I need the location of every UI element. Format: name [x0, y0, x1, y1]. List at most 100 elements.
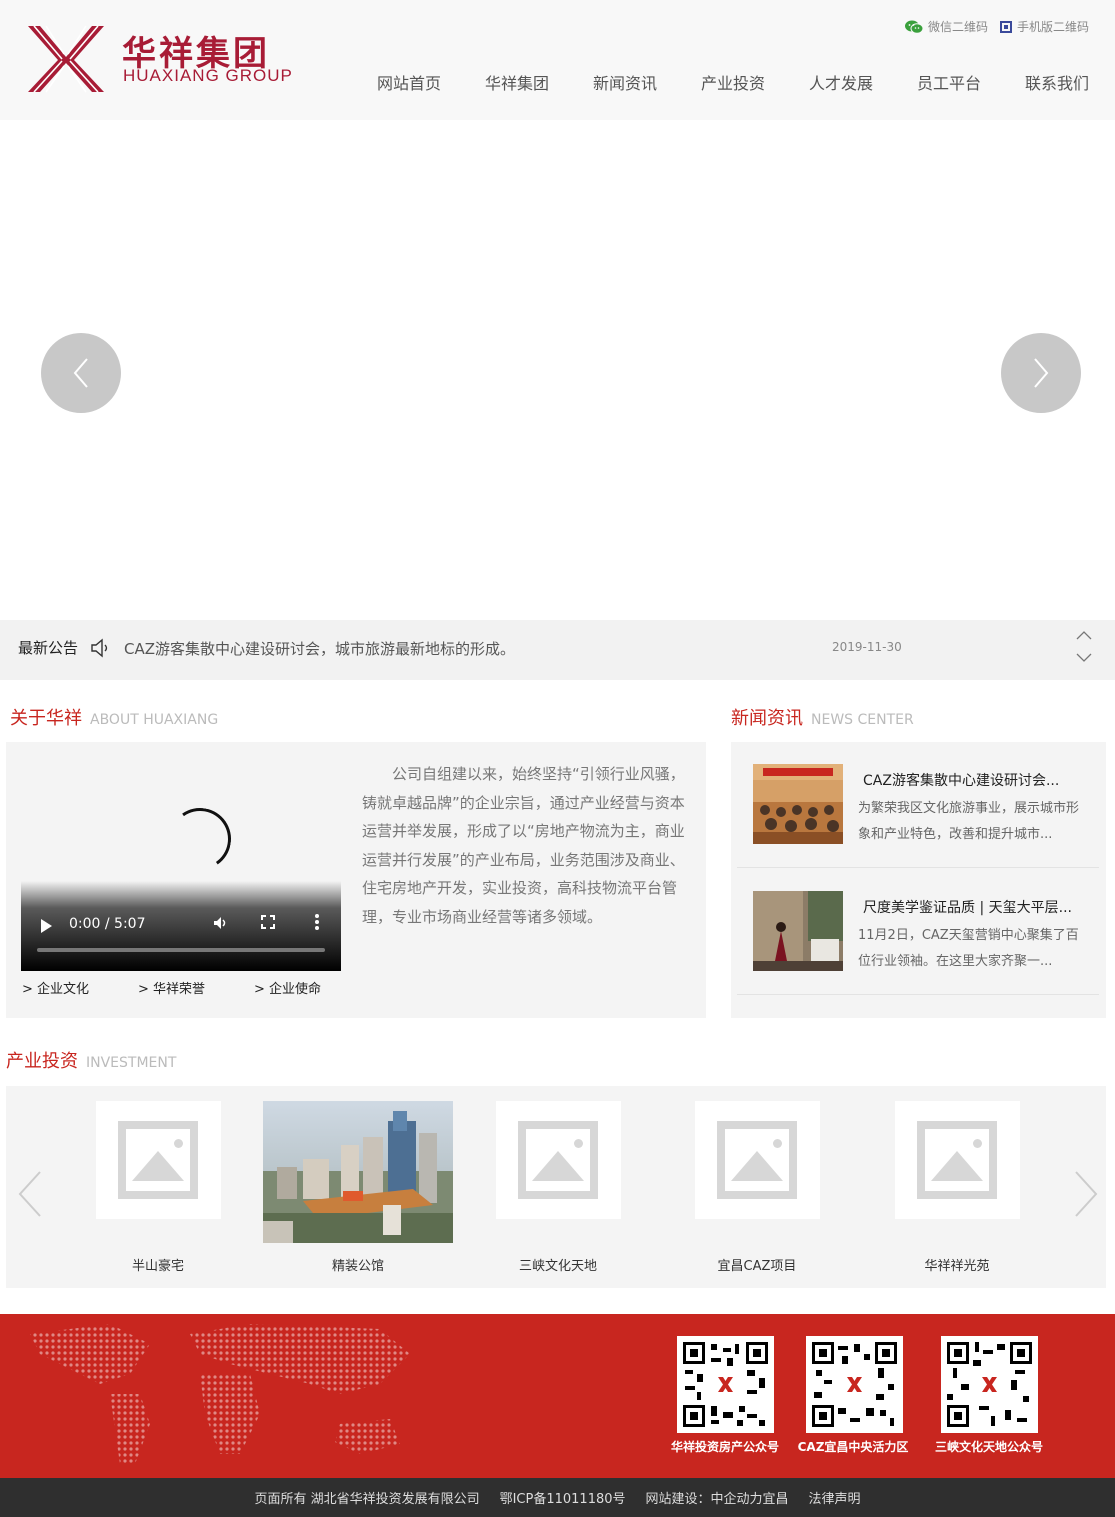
investment-title-cn: 产业投资: [6, 1051, 78, 1072]
investment-prev-button[interactable]: [16, 1170, 44, 1218]
topbar: 微信二维码 手机版二维码: [904, 18, 1089, 35]
video-time: 0:00 / 5:07: [69, 916, 146, 932]
wechat-qr-label: 微信二维码: [927, 20, 988, 34]
banner-carousel: [0, 120, 1115, 620]
footer: 华祥投资房产公众号 CAZ宜昌中央活力区 三峡文化天地公众号: [0, 1314, 1115, 1478]
investment-label: 半山豪宅: [131, 1259, 184, 1274]
about-links: > 企业文化 > 华祥荣誉 > 企业使命: [22, 978, 370, 997]
event-photo: [753, 891, 843, 971]
news-item-desc: 11月2日，CAZ天玺营销中心聚集了百位行业领袖。在这里大家齐聚一...: [858, 928, 1079, 969]
about-link-culture[interactable]: > 企业文化: [22, 978, 138, 997]
legal-link[interactable]: 法律声明: [809, 1488, 861, 1507]
copyright-bar: 页面所有 湖北省华祥投资发展有限公司 鄂ICP备11011180号 网站建设：中…: [0, 1478, 1115, 1517]
world-map-graphic: [30, 1324, 410, 1464]
logo[interactable]: 华祥集团 HUAXIANG GROUP: [26, 24, 306, 94]
about-title-en: ABOUT HUAXIANG: [90, 712, 219, 728]
qr-code-icon: [810, 1340, 899, 1429]
investment-label: 精装公馆: [331, 1259, 384, 1274]
about-panel: 0:00 / 5:07 公司自组建以来，始终坚持“引领行业风骚，铸就卓越品牌”的…: [6, 742, 706, 1018]
qr-code-icon: [999, 20, 1012, 33]
nav-item-contact[interactable]: 联系我们: [981, 70, 1089, 94]
image-placeholder-icon: [518, 1121, 598, 1199]
banner-next-button[interactable]: [1001, 333, 1081, 413]
news-item-title: 尺度美学鉴证品质 | 天玺大平层...: [863, 900, 1072, 916]
news-item-title: CAZ游客集散中心建设研讨会...: [863, 773, 1060, 789]
qr-label: 三峡文化天地公众号: [934, 1440, 1043, 1454]
site-builder-link[interactable]: 网站建设：中企动力宜昌: [646, 1488, 789, 1507]
investment-title-en: INVESTMENT: [86, 1055, 177, 1071]
video-controls: 0:00 / 5:07: [21, 881, 341, 971]
news-item[interactable]: 尺度美学鉴证品质 | 天玺大平层... 11月2日，CAZ天玺营销中心聚集了百位…: [737, 869, 1099, 995]
city-rendering-photo: [263, 1101, 453, 1243]
about-link-mission[interactable]: > 企业使命: [254, 978, 370, 997]
nav-item-news[interactable]: 新闻资讯: [549, 70, 657, 94]
notice-date: 2019-11-30: [832, 640, 902, 654]
investment-next-button[interactable]: [1072, 1170, 1100, 1218]
play-icon[interactable]: [41, 919, 52, 933]
notice-title: 最新公告: [18, 639, 79, 657]
nav-item-group[interactable]: 华祥集团: [441, 70, 549, 94]
news-panel: CAZ游客集散中心建设研讨会... 为繁荣我区文化旅游事业，展示城市形象和产业特…: [731, 742, 1106, 1018]
main-nav: 网站首页 华祥集团 新闻资讯 产业投资 人才发展 员工平台 联系我们: [333, 70, 1089, 94]
mobile-qr-link[interactable]: 手机版二维码: [999, 18, 1089, 35]
image-placeholder-icon: [118, 1121, 198, 1199]
image-placeholder-icon: [917, 1121, 997, 1199]
qr-label: CAZ宜昌中央活力区: [797, 1440, 909, 1454]
fullscreen-icon[interactable]: [261, 915, 275, 929]
nav-item-talent[interactable]: 人才发展: [765, 70, 873, 94]
nav-item-investment[interactable]: 产业投资: [657, 70, 765, 94]
chevron-left-icon: [73, 358, 88, 388]
news-section-title: 新闻资讯 NEWS CENTER: [731, 704, 914, 730]
investment-item[interactable]: 三峡文化天地: [463, 1101, 653, 1274]
investment-image: [95, 1101, 221, 1219]
news-item-desc: 为繁荣我区文化旅游事业，展示城市形象和产业特色，改善和提升城市...: [858, 801, 1080, 842]
more-options-icon[interactable]: [314, 913, 320, 931]
qr-code-icon: [945, 1340, 1034, 1429]
news-thumbnail: [753, 764, 843, 844]
icp-link[interactable]: 鄂ICP备11011180号: [500, 1488, 626, 1507]
video-progress-bar[interactable]: [37, 948, 325, 952]
wechat-qr-link[interactable]: 微信二维码: [904, 18, 988, 35]
qr-code-icon: [681, 1340, 770, 1429]
news-thumbnail: [753, 891, 843, 971]
investment-image: [894, 1101, 1020, 1219]
notice-link[interactable]: CAZ游客集散中心建设研讨会，城市旅游最新地标的形成。: [124, 638, 515, 659]
about-title-cn: 关于华祥: [10, 708, 82, 729]
about-section-title: 关于华祥 ABOUT HUAXIANG: [10, 704, 218, 730]
news-item[interactable]: CAZ游客集散中心建设研讨会... 为繁荣我区文化旅游事业，展示城市形象和产业特…: [737, 742, 1099, 868]
chevron-right-icon: [1034, 358, 1049, 388]
banner-prev-button[interactable]: [41, 333, 121, 413]
conference-photo: [753, 764, 843, 844]
investment-item[interactable]: 华祥祥光苑: [862, 1101, 1052, 1274]
investment-carousel: 半山豪宅 精装公馆 三峡文化天地 宜昌CAZ项目 华祥祥光苑: [6, 1086, 1106, 1288]
notice-bar: 最新公告 CAZ游客集散中心建设研讨会，城市旅游最新地标的形成。 2019-11…: [0, 620, 1115, 680]
investment-section-title: 产业投资 INVESTMENT: [6, 1047, 176, 1073]
copyright-owner: 页面所有 湖北省华祥投资发展有限公司: [254, 1492, 480, 1507]
investment-item[interactable]: 半山豪宅: [63, 1101, 253, 1274]
video-player[interactable]: 0:00 / 5:07: [21, 756, 341, 971]
news-title-cn: 新闻资讯: [731, 708, 803, 729]
nav-item-staff[interactable]: 员工平台: [873, 70, 981, 94]
investment-label: 宜昌CAZ项目: [717, 1259, 797, 1274]
logo-name-en: HUAXIANG GROUP: [123, 66, 293, 85]
volume-icon[interactable]: [213, 916, 229, 930]
qr-code-caz-yichang: [806, 1336, 903, 1433]
qr-label: 华祥投资房产公众号: [670, 1440, 779, 1454]
mobile-qr-label: 手机版二维码: [1016, 20, 1089, 34]
image-placeholder-icon: [717, 1121, 797, 1199]
news-title-en: NEWS CENTER: [811, 712, 914, 728]
logo-mark-icon: [28, 25, 104, 93]
investment-item[interactable]: 宜昌CAZ项目: [662, 1101, 852, 1274]
investment-label: 三峡文化天地: [518, 1259, 597, 1274]
nav-item-home[interactable]: 网站首页: [333, 70, 441, 94]
chevron-down-icon[interactable]: [1076, 652, 1092, 664]
about-link-honor[interactable]: > 华祥荣誉: [138, 978, 254, 997]
wechat-icon: [904, 20, 923, 34]
chevron-up-icon[interactable]: [1076, 629, 1092, 641]
investment-image: [495, 1101, 621, 1219]
loading-spinner-icon: [164, 803, 236, 875]
qr-code-huaxiang-property: [677, 1336, 774, 1433]
investment-item[interactable]: 精装公馆: [263, 1101, 453, 1274]
header: 华祥集团 HUAXIANG GROUP 微信二维码 手机版二维码 网站首页 华祥…: [0, 0, 1115, 120]
investment-image: [694, 1101, 820, 1219]
